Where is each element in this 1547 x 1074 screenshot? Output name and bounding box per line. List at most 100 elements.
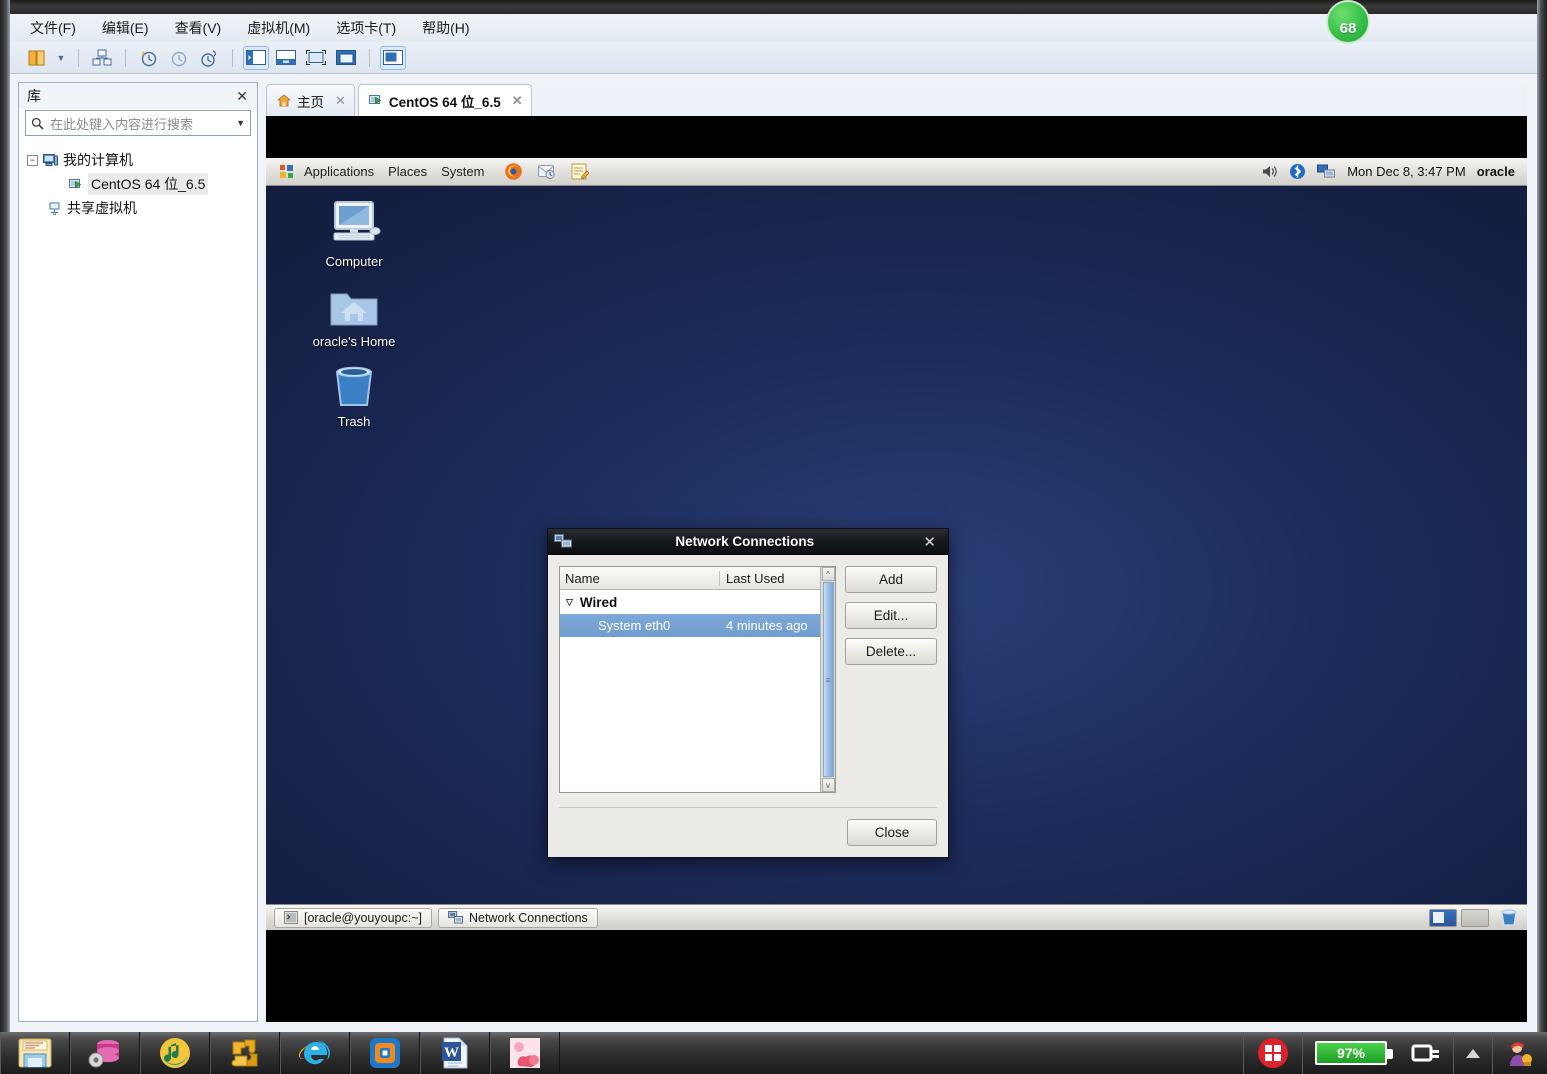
- scroll-up-arrow-icon[interactable]: ^: [821, 567, 835, 581]
- tray-app-button[interactable]: [1243, 1032, 1302, 1074]
- taskbar-vmware[interactable]: [350, 1032, 420, 1074]
- library-toggle-icon[interactable]: [24, 46, 50, 70]
- close-icon[interactable]: ✕: [233, 88, 251, 105]
- tab-home[interactable]: 主页 ✕: [266, 84, 355, 116]
- manage-snapshots-icon[interactable]: [196, 46, 222, 70]
- show-thumbnail-bar-icon[interactable]: [273, 46, 299, 70]
- taskbar-internet-explorer[interactable]: [280, 1032, 350, 1074]
- taskbar-item-network-connections[interactable]: Network Connections: [437, 907, 598, 928]
- taskbar-word[interactable]: W: [420, 1032, 490, 1074]
- enter-fullscreen-icon[interactable]: [303, 46, 329, 70]
- taskbar-puzzle-app[interactable]: [210, 1032, 280, 1074]
- workspace-1[interactable]: [1429, 908, 1457, 927]
- group-label: Wired: [579, 594, 618, 610]
- shared-vm-icon: [49, 202, 60, 215]
- update-badge[interactable]: 68: [1326, 0, 1370, 44]
- workspace-2[interactable]: [1461, 908, 1489, 927]
- console-view-icon[interactable]: [380, 45, 406, 70]
- unity-mode-icon[interactable]: [333, 46, 359, 70]
- chevron-down-icon[interactable]: ▼: [236, 118, 245, 128]
- taskbar-music-player[interactable]: [140, 1032, 210, 1074]
- vm-tab-area: 主页 ✕ CentOS 64 位_6.5 ✕ Applications Plac…: [266, 82, 1527, 1022]
- chevron-down-icon[interactable]: ▽: [566, 597, 573, 608]
- row-last-used: 4 minutes ago: [726, 618, 808, 633]
- vertical-scrollbar[interactable]: ^ v: [820, 567, 835, 792]
- evolution-icon[interactable]: [537, 162, 556, 181]
- taskbar-item-terminal[interactable]: [oracle@youyoupc:~]: [274, 907, 432, 928]
- edit-button[interactable]: Edit...: [845, 602, 937, 629]
- menu-bar: 文件(F) 编辑(E) 查看(V) 虚拟机(M) 选项卡(T) 帮助(H): [10, 14, 1537, 42]
- windows-taskbar: W 97%: [0, 1032, 1547, 1074]
- desktop-icon-computer[interactable]: Computer: [299, 198, 409, 269]
- desktop-icon-label: oracle's Home: [312, 334, 396, 349]
- row-name: System eth0: [598, 618, 671, 633]
- search-icon: [31, 117, 44, 130]
- menu-file[interactable]: 文件(F): [28, 16, 78, 40]
- menu-places[interactable]: Places: [388, 164, 427, 179]
- revert-snapshot-icon[interactable]: [166, 46, 192, 70]
- dialog-title-bar[interactable]: Network Connections ✕: [548, 529, 948, 555]
- show-hidden-icons-button[interactable]: [1453, 1032, 1492, 1074]
- dialog-title: Network Connections: [675, 534, 815, 549]
- user-menu[interactable]: oracle: [1477, 164, 1515, 179]
- taskbar-photo-app[interactable]: [490, 1032, 560, 1074]
- scroll-down-arrow-icon[interactable]: v: [821, 778, 835, 792]
- scrollbar-thumb[interactable]: [822, 582, 834, 777]
- word-icon: W: [442, 1037, 468, 1069]
- vm-console[interactable]: Applications Places System Mon Dec 8, 3:…: [266, 116, 1527, 1022]
- search-input[interactable]: 在此处键入内容进行搜索 ▼: [25, 110, 251, 136]
- menu-applications[interactable]: Applications: [304, 164, 374, 179]
- firefox-icon[interactable]: [504, 162, 523, 181]
- close-icon[interactable]: ✕: [335, 93, 346, 109]
- take-snapshot-icon[interactable]: [136, 46, 162, 70]
- trash-small-icon[interactable]: [1499, 909, 1519, 927]
- add-button[interactable]: Add: [845, 566, 937, 593]
- toolbar-separator-3: [232, 48, 233, 67]
- menu-vm[interactable]: 虚拟机(M): [245, 16, 312, 40]
- close-icon[interactable]: ✕: [512, 93, 523, 109]
- list-group-wired[interactable]: ▽ Wired: [560, 590, 820, 614]
- show-library-panel-icon[interactable]: [243, 45, 269, 70]
- taskbar-database-settings[interactable]: [70, 1032, 140, 1074]
- column-header-last-used[interactable]: Last Used: [720, 571, 820, 586]
- close-button[interactable]: Close: [847, 819, 937, 846]
- organize-vms-icon[interactable]: [89, 46, 115, 70]
- tree-item-my-computer[interactable]: − 我的计算机: [19, 148, 257, 172]
- database-settings-icon: [88, 1040, 119, 1068]
- toolbar-separator-2: [125, 48, 126, 67]
- delete-button[interactable]: Delete...: [845, 638, 937, 665]
- desktop-icon-trash[interactable]: Trash: [299, 358, 409, 429]
- menu-system[interactable]: System: [441, 164, 484, 179]
- volume-icon[interactable]: [1261, 164, 1278, 179]
- tree-item-shared-vms[interactable]: 共享虚拟机: [19, 196, 257, 220]
- library-header: 库 ✕: [19, 83, 257, 109]
- battery-indicator[interactable]: 97%: [1302, 1032, 1399, 1074]
- taskbar-file-explorer[interactable]: [0, 1032, 70, 1074]
- svg-text:W: W: [444, 1045, 459, 1061]
- menu-view[interactable]: 查看(V): [173, 16, 224, 40]
- bluetooth-icon[interactable]: [1289, 163, 1306, 180]
- notification-area-button[interactable]: [1492, 1032, 1547, 1074]
- menu-tabs[interactable]: 选项卡(T): [334, 16, 398, 40]
- text-editor-icon[interactable]: [570, 162, 590, 181]
- tree-item-centos-vm[interactable]: CentOS 64 位_6.5: [19, 172, 257, 196]
- list-header: Name Last Used: [560, 567, 820, 590]
- column-header-name[interactable]: Name: [560, 570, 720, 586]
- chevron-down-icon[interactable]: ▼: [54, 53, 68, 63]
- power-plug-indicator[interactable]: [1399, 1032, 1453, 1074]
- desktop-icon-label: Computer: [325, 254, 383, 269]
- close-icon[interactable]: ✕: [917, 533, 942, 551]
- table-row[interactable]: System eth0 4 minutes ago: [560, 614, 820, 637]
- guest-desktop: Applications Places System Mon Dec 8, 3:…: [266, 158, 1527, 930]
- menu-help[interactable]: 帮助(H): [420, 16, 471, 40]
- taskbar-item-label: Network Connections: [468, 910, 588, 925]
- computer-icon: [43, 153, 58, 166]
- menu-edit[interactable]: 编辑(E): [100, 16, 151, 40]
- internet-explorer-icon: [299, 1040, 330, 1065]
- clock[interactable]: Mon Dec 8, 3:47 PM: [1347, 164, 1466, 179]
- network-icon[interactable]: [1317, 164, 1336, 179]
- desktop-icon-home[interactable]: oracle's Home: [299, 278, 409, 349]
- library-panel: 库 ✕ 在此处键入内容进行搜索 ▼ − 我的计算机 CentOS 64 位_6.…: [18, 82, 258, 1022]
- tree-expander-icon[interactable]: −: [27, 154, 38, 166]
- tab-centos[interactable]: CentOS 64 位_6.5 ✕: [357, 84, 532, 116]
